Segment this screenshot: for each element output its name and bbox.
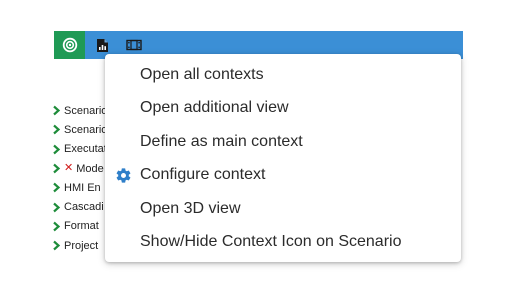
chevron-right-icon[interactable] <box>52 105 61 116</box>
chevron-right-icon[interactable] <box>52 240 61 251</box>
tree-item-label: Format <box>64 220 99 233</box>
chevron-right-icon[interactable] <box>52 163 61 174</box>
tree-item-label: HMI En <box>64 181 101 194</box>
menu-item-label: Configure context <box>140 166 266 184</box>
tree-item-label: Project <box>64 239 99 252</box>
chevron-right-icon[interactable] <box>52 221 61 232</box>
chevron-right-icon[interactable] <box>52 182 61 193</box>
target-icon <box>62 37 77 53</box>
menu-item-label: Open 3D view <box>140 199 241 217</box>
tree-item-label: Cascadi <box>64 201 104 214</box>
menu-item-open-all-contexts[interactable]: Open all contexts <box>105 58 461 92</box>
chevron-right-icon[interactable] <box>52 144 61 155</box>
toolbar-target-button[interactable] <box>54 31 85 59</box>
menu-item-label: Define as main context <box>140 132 303 150</box>
error-x-icon: ✕ <box>64 162 74 175</box>
tree-item-label: Scenario <box>64 123 108 136</box>
menu-item-label: Open additional view <box>140 99 289 117</box>
film-strip-icon <box>126 39 142 51</box>
menu-item-show-hide-context-icon[interactable]: Show/Hide Context Icon on Scenario <box>105 226 461 260</box>
tree-item-label: Mode <box>76 162 104 175</box>
tree-item-label: Executat <box>64 143 107 156</box>
document-chart-icon <box>96 38 108 52</box>
menu-item-open-additional-view[interactable]: Open additional view <box>105 92 461 126</box>
menu-item-define-main-context[interactable]: Define as main context <box>105 125 461 159</box>
gear-icon <box>114 166 132 184</box>
app-root: Scenario Scenario Executat ✕ Mode HMI En… <box>0 0 517 298</box>
menu-item-label: Show/Hide Context Icon on Scenario <box>140 233 402 251</box>
tree-item-label: Scenario <box>64 104 108 117</box>
menu-item-open-3d-view[interactable]: Open 3D view <box>105 192 461 226</box>
context-menu: Open all contexts Open additional view D… <box>105 54 461 262</box>
menu-item-configure-context[interactable]: Configure context <box>105 159 461 193</box>
menu-item-label: Open all contexts <box>140 65 264 83</box>
chevron-right-icon[interactable] <box>52 202 61 213</box>
chevron-right-icon[interactable] <box>52 124 61 135</box>
